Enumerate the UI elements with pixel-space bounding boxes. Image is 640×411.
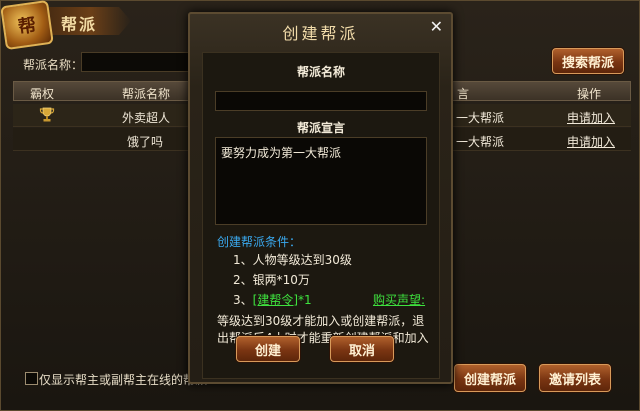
search-guild-button[interactable]: 搜索帮派 [552,48,624,74]
buy-reputation-link[interactable]: 购买声望: [373,291,425,308]
declaration-cell: 一大帮派 [456,111,505,125]
invite-list-button[interactable]: 邀请列表 [539,364,611,392]
guild-name-label: 帮派名称 [296,65,345,79]
window-title: 帮派 [61,15,98,34]
online-only-label: 仅显示帮主或副帮主在线的帮派 [39,373,208,387]
dialog-body: 帮派名称 帮派宣言 要努力成为第一大帮派 创建帮派条件： 1、人物等级达到30级… [202,52,440,379]
apply-join-link[interactable]: 申请加入 [567,109,615,126]
cancel-button[interactable]: 取消 [330,336,394,362]
declaration-label: 帮派宣言 [296,121,345,135]
condition-silver: 2、银两*10万 [233,273,310,287]
search-label: 帮派名称： [23,58,84,72]
close-icon[interactable]: ✕ [430,17,443,36]
conditions-title: 创建帮派条件： [217,235,302,249]
apply-join-link[interactable]: 申请加入 [567,133,615,150]
create-guild-dialog: 创建帮派 ✕ 帮派名称 帮派宣言 要努力成为第一大帮派 创建帮派条件： 1、人物… [188,12,453,384]
guild-token-link[interactable]: [建帮令] [253,293,298,307]
condition-level: 1、人物等级达到30级 [233,253,352,267]
condition-token: 3、[建帮令]*1 [233,291,312,308]
notice-line-1: 等级达到30级才能加入或创建帮派，退 [217,314,425,328]
dialog-title: 创建帮派 [282,24,359,43]
guild-name-cell: 外卖超人 [122,111,171,125]
trophy-icon [39,107,55,122]
declaration-cell: 一大帮派 [456,135,505,149]
condition-token-number: 3、 [233,293,253,307]
header-action: 操作 [577,87,602,101]
declaration-textarea[interactable]: 要努力成为第一大帮派 [215,137,427,225]
confirm-create-button[interactable]: 创建 [236,336,300,362]
header-declaration: 言 [457,87,470,101]
header-rank: 霸权 [30,87,55,101]
guild-name-cell: 饿了吗 [127,135,164,149]
guild-emblem-icon: 帮 [0,0,54,51]
guild-name-search-input[interactable] [81,52,193,72]
emblem-char: 帮 [16,14,38,39]
create-guild-button[interactable]: 创建帮派 [454,364,526,392]
guild-name-input[interactable] [215,91,427,111]
condition-token-qty: *1 [298,293,312,307]
online-only-checkbox[interactable] [25,372,38,385]
header-guild-name: 帮派名称 [122,87,171,101]
